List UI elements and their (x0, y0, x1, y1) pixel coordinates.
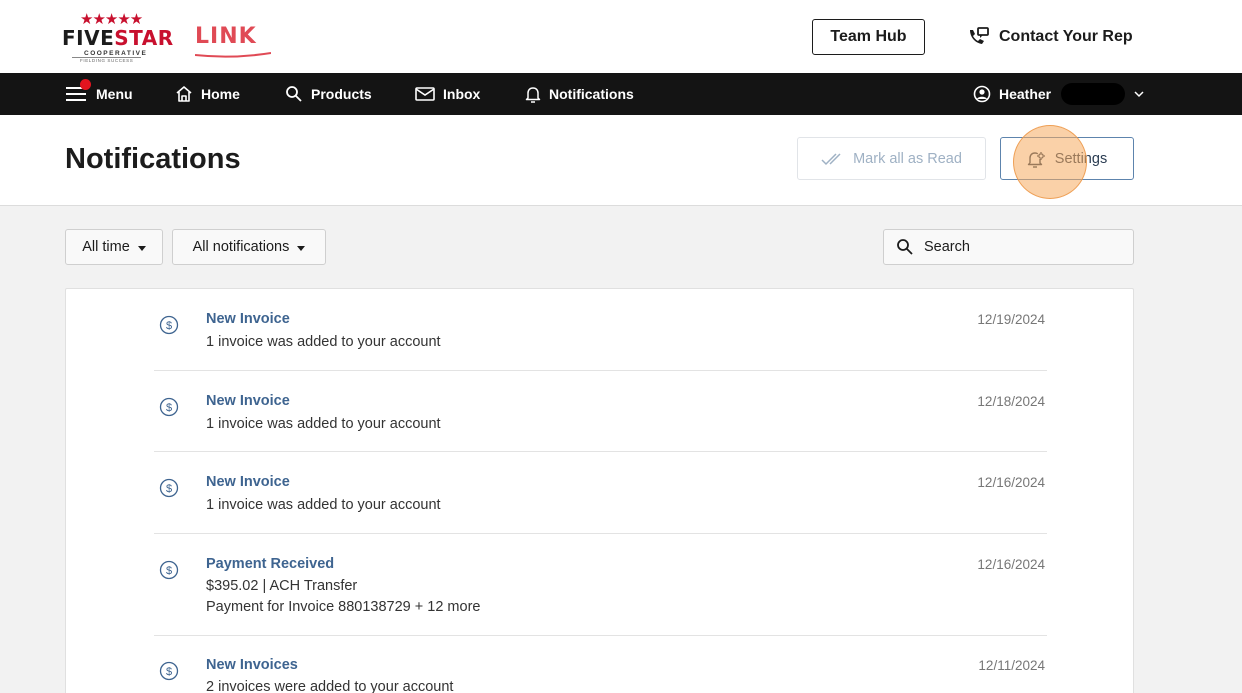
divider (154, 370, 1047, 371)
user-menu[interactable]: Heather (973, 73, 1145, 115)
svg-text:$: $ (166, 320, 172, 332)
notification-title: New Invoice (206, 393, 290, 409)
double-check-icon (821, 152, 841, 165)
notification-date: 12/19/2024 (977, 312, 1045, 327)
search-icon (286, 86, 302, 102)
dollar-circle-icon: $ (159, 397, 179, 417)
type-filter-dropdown[interactable]: All notifications (172, 229, 326, 265)
notification-text: Payment for Invoice 880138729 + 12 more (206, 599, 481, 615)
dollar-circle-icon: $ (159, 315, 179, 335)
notification-date: 12/18/2024 (977, 394, 1045, 409)
settings-button[interactable]: Settings (1000, 137, 1134, 180)
logo-swoosh-icon (195, 52, 271, 58)
bell-icon (525, 87, 541, 103)
notification-item[interactable]: $ New Invoice 1 invoice was added to you… (154, 474, 1047, 534)
notification-text: 2 invoices were added to your account (206, 679, 454, 693)
bell-gear-icon (1027, 151, 1045, 168)
redacted-surname (1061, 83, 1126, 105)
notification-date: 12/11/2024 (978, 658, 1045, 673)
notification-title: New Invoice (206, 311, 290, 327)
notification-text: 1 invoice was added to your account (206, 497, 441, 513)
logo-cooperative-text: COOPERATIVE (84, 50, 148, 57)
contact-rep-label: Contact Your Rep (999, 28, 1133, 45)
nav-menu[interactable]: Menu (66, 73, 133, 115)
top-bar: ★★★★★ FIVESTAR COOPERATIVE FIELDING SUCC… (0, 0, 1242, 73)
notification-date: 12/16/2024 (977, 557, 1045, 572)
svg-text:$: $ (166, 565, 172, 577)
dollar-circle-icon: $ (159, 661, 179, 681)
dollar-circle-icon: $ (159, 478, 179, 498)
settings-label: Settings (1054, 150, 1108, 167)
dollar-circle-icon: $ (159, 560, 179, 580)
user-avatar-icon (973, 85, 991, 103)
logo-tagline: FIELDING SUCCESS (72, 57, 142, 63)
notification-text: 1 invoice was added to your account (206, 416, 441, 432)
divider (154, 451, 1047, 452)
notification-text: $395.02 | ACH Transfer (206, 578, 358, 594)
search-box[interactable] (883, 229, 1134, 265)
nav-menu-label: Menu (96, 86, 133, 102)
nav-notifications-label: Notifications (549, 86, 634, 102)
caret-down-icon (137, 245, 146, 251)
nav-inbox[interactable]: Inbox (415, 73, 480, 115)
time-filter-dropdown[interactable]: All time (65, 229, 163, 265)
nav-notifications[interactable]: Notifications (525, 73, 634, 115)
team-hub-button[interactable]: Team Hub (812, 19, 925, 55)
logo-fivestar-text: FIVESTAR (62, 26, 174, 50)
chevron-down-icon (1134, 91, 1144, 98)
nav-inbox-label: Inbox (443, 86, 481, 102)
page-header: Notifications Mark all as Read Settings (0, 115, 1242, 206)
notification-date: 12/16/2024 (977, 475, 1045, 490)
nav-home[interactable]: Home (175, 73, 240, 115)
svg-text:$: $ (166, 402, 172, 414)
main-nav-bar: Menu Home Products Inbox Notifications H… (0, 73, 1242, 115)
contact-rep-link[interactable]: Contact Your Rep (967, 24, 1133, 50)
notification-title: Payment Received (206, 556, 335, 572)
menu-alert-dot (80, 79, 91, 90)
notification-title: New Invoice (206, 474, 290, 490)
mark-all-read-button[interactable]: Mark all as Read (797, 137, 986, 180)
mark-all-read-label: Mark all as Read (853, 150, 962, 167)
page-title: Notifications (65, 143, 241, 175)
envelope-icon (415, 87, 435, 101)
divider (154, 533, 1047, 534)
notification-text: 1 invoice was added to your account (206, 334, 441, 350)
notification-title: New Invoices (206, 657, 298, 673)
search-input[interactable] (924, 239, 1114, 255)
phone-chat-icon (970, 27, 989, 44)
svg-text:$: $ (166, 666, 172, 678)
notification-item[interactable]: $ Payment Received $395.02 | ACH Transfe… (154, 556, 1047, 636)
nav-products[interactable]: Products (285, 73, 372, 115)
nav-products-label: Products (311, 86, 372, 102)
user-name: Heather (999, 86, 1052, 102)
caret-down-icon (297, 245, 306, 251)
notification-item[interactable]: $ New Invoice 1 invoice was added to you… (154, 393, 1047, 453)
search-icon (897, 239, 913, 255)
notification-item[interactable]: $ New Invoices 2 invoices were added to … (154, 657, 1047, 693)
svg-text:$: $ (166, 483, 172, 495)
divider (154, 635, 1047, 636)
notifications-list: $ New Invoice 1 invoice was added to you… (65, 288, 1134, 693)
notification-item[interactable]: $ New Invoice 1 invoice was added to you… (154, 311, 1047, 371)
logo-link-text: LINK (195, 24, 257, 49)
fivestar-link-logo[interactable]: ★★★★★ FIVESTAR COOPERATIVE FIELDING SUCC… (62, 10, 282, 66)
nav-home-label: Home (201, 86, 240, 102)
home-icon (176, 86, 192, 102)
time-filter-label: All time (82, 239, 130, 255)
type-filter-label: All notifications (192, 239, 290, 255)
